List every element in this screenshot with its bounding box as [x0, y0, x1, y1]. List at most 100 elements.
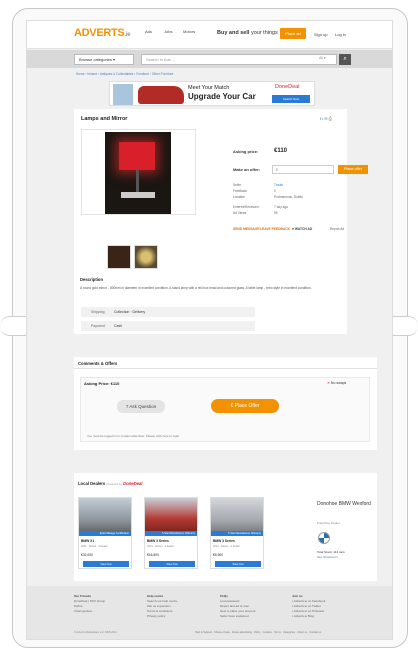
banner-line2: Upgrade Your Car: [188, 92, 256, 101]
place-offer-button[interactable]: Place offer: [338, 165, 368, 174]
login-note[interactable]: You must be logged in to contact adverti…: [87, 434, 180, 438]
footer-link[interactable]: Privacy policy: [147, 614, 177, 619]
search-button[interactable]: ⌕: [339, 54, 351, 65]
shipping-value: Collection · Delivery: [114, 310, 146, 314]
payment-label: Payment: [91, 324, 105, 328]
watch-ad-link[interactable]: ♥ WATCH AD: [292, 227, 312, 231]
report-ad-link[interactable]: Report Ad: [330, 227, 344, 231]
footer-col-faqs: FAQs Lost password Report and ad or user…: [220, 594, 256, 619]
main-image-frame[interactable]: [81, 129, 196, 215]
card-tag: 5 Star Manufacturer Warranty: [145, 531, 197, 536]
euro-icon: €: [230, 403, 234, 409]
thumbnail-2[interactable]: [134, 245, 158, 269]
dealer-name[interactable]: Donohoe BMW Wexford: [317, 501, 373, 508]
feedback-value: 0: [274, 189, 276, 193]
ad-banner[interactable]: Meet Your Match Upgrade Your Car DoneDea…: [109, 81, 315, 106]
print-icon[interactable]: ⎙: [329, 116, 333, 121]
offer-input[interactable]: €: [272, 165, 334, 174]
footer-col-join: Join us ▪ Adverts.ie on Facebook ▪ Adver…: [292, 594, 326, 619]
send-message-link[interactable]: SEND MESSAGE: [233, 227, 260, 231]
views-value: 95: [274, 211, 278, 215]
dealer-card[interactable]: 5 Star Manufacturer Warranty BMW 3 Serie…: [210, 497, 264, 569]
signup-link[interactable]: Sign up: [314, 32, 328, 37]
dealer-card[interactable]: Extra Mileage Certification BMW X1 2011 …: [78, 497, 132, 569]
comments-box: Asking Price: €110 ✕ No swaps ? Ask Ques…: [80, 377, 370, 442]
breadcrumb[interactable]: Home › Ireland › Antiques & Collectables…: [76, 72, 173, 76]
listing-panel: Lamps and Mirror ft✉⎙ Asking price: €110…: [74, 109, 368, 334]
location-value: Portmarnock, Dublin: [274, 195, 303, 199]
dealer-card[interactable]: 5 Star Manufacturer Warranty BMW 3 Serie…: [144, 497, 198, 569]
divider: [74, 368, 377, 369]
view-car-button[interactable]: View Car: [83, 561, 129, 567]
ask-question-button[interactable]: ? Ask Question: [117, 400, 165, 413]
seller-label: Seller: [233, 183, 242, 187]
comments-section: Comments & Offers Asking Price: €110 ✕ N…: [74, 357, 377, 450]
tab-comments-offers[interactable]: Comments & Offers: [78, 361, 117, 366]
thumbnail-1[interactable]: [107, 245, 131, 269]
location-label: Location: [233, 195, 246, 199]
card-title: BMW 3 Series: [147, 539, 169, 543]
question-icon: ?: [125, 404, 129, 409]
tab-motors[interactable]: Motors: [183, 29, 195, 34]
footer-link[interactable]: Cherrypicked: [74, 609, 105, 614]
copyright: © Adverts Marketplace Ltd. 2005-2014: [74, 631, 117, 634]
banner-brand: DoneDeal: [275, 84, 300, 90]
banner-car-image: [138, 86, 184, 104]
top-bar: ADVERTS.ie Ads Jobs Motors Buy and sell …: [27, 21, 392, 49]
feedback-label: Feedback: [233, 189, 247, 193]
chevron-down-icon: ▾: [113, 57, 116, 62]
dealer-stock: Total Stock: 112 cars: [317, 550, 345, 554]
payment-value: Cash: [114, 324, 123, 328]
card-subtitle: 2012 · Diesel · 2 dealer: [213, 545, 240, 548]
comments-asking-price: Asking Price: €110: [84, 381, 120, 386]
payment-row: Payment Cash: [81, 321, 255, 331]
tab-ads[interactable]: Ads: [145, 29, 152, 34]
footer-link[interactable]: Seller have explained: [220, 614, 255, 619]
footer-links[interactable]: Help & Support · Shows of sale · Abuse a…: [195, 631, 321, 634]
lamp-base: [121, 192, 155, 198]
heart-icon: ♥: [292, 227, 294, 231]
card-title: BMW 3 Series: [213, 539, 235, 543]
tab-jobs[interactable]: Jobs: [164, 29, 172, 34]
site-logo[interactable]: ADVERTS.ie: [74, 27, 131, 39]
see-showroom-link[interactable]: See Showroom: [317, 555, 338, 559]
entered-label: Entered/Renewed: [233, 205, 259, 209]
banner-person-image: [113, 84, 133, 105]
cross-icon: ✕: [327, 381, 330, 385]
listing-title: Lamps and Mirror: [81, 116, 128, 122]
bmw-logo: [318, 532, 330, 544]
footer-social-link[interactable]: ▪ Adverts.ie Blog: [292, 614, 325, 619]
search-input[interactable]: Search in Ads ...: [141, 54, 337, 65]
search-bar: Browse categories ▾ Search in Ads ... Al…: [27, 50, 392, 68]
lamp-shade: [119, 142, 155, 170]
asking-price-label: Asking price:: [233, 149, 259, 154]
footer: Our Friends DoneDeal | DSV Group Daft.ie…: [27, 586, 392, 639]
card-tag: 5 Star Manufacturer Warranty: [211, 531, 263, 536]
card-title: BMW X1: [81, 539, 95, 543]
tagline: Buy and sell your things: [217, 30, 278, 36]
lamp-stem: [136, 170, 139, 192]
search-icon: ⌕: [343, 56, 347, 62]
card-tag: Extra Mileage Certification: [79, 531, 131, 536]
view-car-button[interactable]: View Car: [215, 561, 261, 567]
asking-price-row: Asking price:: [233, 149, 258, 154]
leave-feedback-link[interactable]: LEAVE FEEDBACK: [260, 227, 290, 231]
no-swaps: ✕ No swaps: [327, 381, 347, 385]
description-heading: Description: [80, 277, 104, 282]
place-ad-button[interactable]: Place ad: [280, 28, 306, 39]
description-section: Description A round gold mirror - 800mm …: [80, 277, 340, 291]
browse-categories-dropdown[interactable]: Browse categories ▾: [74, 54, 134, 65]
views-label: Ad Views: [233, 211, 247, 215]
card-price: €16,500: [147, 553, 159, 557]
banner-cta-button[interactable]: Search Now: [272, 95, 310, 103]
view-car-button[interactable]: View Car: [149, 561, 195, 567]
dealers-heading: Local Dealers powered by DoneDeal: [78, 481, 143, 486]
card-price: €32,000: [81, 553, 93, 557]
place-offer-large-button[interactable]: € Place Offer: [211, 399, 279, 413]
login-link[interactable]: Log in: [335, 32, 346, 37]
dealer-type: Franchise Dealer: [317, 521, 340, 525]
seller-name-link[interactable]: Troubt: [274, 183, 283, 187]
footer-col-friends: Our Friends DoneDeal | DSV Group Daft.ie…: [74, 594, 106, 614]
lamp-photo: [105, 132, 171, 214]
search-scope[interactable]: All ▾: [319, 56, 326, 60]
